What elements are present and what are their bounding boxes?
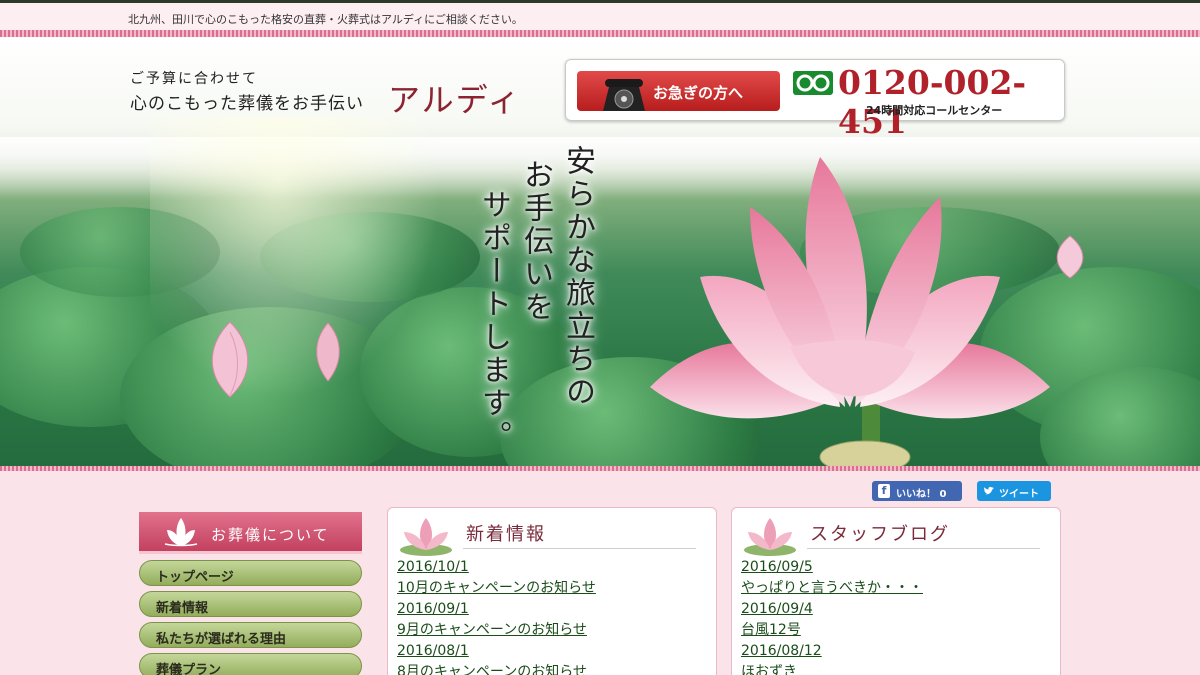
lotus-icon (164, 518, 198, 547)
header-hero: ご予算に合わせて 心のこもった葬儀をお手伝い アルディ お急ぎの方へ 0120-… (0, 37, 1200, 468)
sidebar-title-label: お葬儀について (211, 526, 330, 544)
hero-copy-line-3: サポートします。 (476, 189, 511, 453)
hero-copy-line-1: 安らかな旅立ちの (560, 145, 595, 409)
tweet-button[interactable]: ツイート (977, 481, 1051, 501)
urgent-label: お急ぎの方へ (653, 84, 744, 102)
hero-copy-line-2: お手伝いを (518, 159, 553, 324)
tagline-small: ご予算に合わせて (130, 71, 258, 87)
blog-link[interactable]: ほおずき (741, 662, 923, 675)
sidebar-item-label: 新着情報 (156, 601, 209, 616)
divider (463, 548, 696, 549)
like-label: いいね！ 0 (896, 489, 947, 500)
blog-date[interactable]: 2016/09/5 (741, 557, 923, 578)
blog-list: 2016/09/5 やっぱりと言うべきか・・・ 2016/09/4 台風12号 … (741, 557, 923, 675)
sidebar-item-label: トップページ (156, 570, 234, 585)
sidebar: お葬儀について トップページ 新着情報 私たちが選ばれる理由 葬儀プラン (139, 512, 362, 675)
tweet-label: ツイート (999, 489, 1039, 500)
brand-logo[interactable]: アルディ (388, 75, 521, 121)
news-title: 新着情報 (466, 524, 546, 545)
sidebar-item-label: 私たちが選ばれる理由 (156, 632, 287, 647)
news-link[interactable]: 9月のキャンペーンのお知らせ (397, 620, 596, 641)
facebook-like-button[interactable]: f いいね！ 0 (872, 481, 962, 501)
sidebar-item-top[interactable]: トップページ (139, 560, 362, 586)
telephone-icon (603, 79, 645, 111)
lotus-icon (744, 518, 796, 556)
facebook-icon: f (878, 484, 890, 498)
sidebar-nav: トップページ 新着情報 私たちが選ばれる理由 葬儀プラン (139, 560, 362, 675)
sidebar-item-label: 葬儀プラン (156, 663, 222, 675)
top-info-bar: 北九州、田川で心のこもった格安の直葬・火葬式はアルディにご相談ください。 (0, 0, 1200, 30)
twitter-icon (983, 486, 994, 495)
blog-panel: スタッフブログ 2016/09/5 やっぱりと言うべきか・・・ 2016/09/… (731, 507, 1061, 675)
lotus-bud (316, 322, 340, 382)
sidebar-item-plans[interactable]: 葬儀プラン (139, 653, 362, 675)
sidebar-title: お葬儀について (139, 512, 362, 554)
news-list: 2016/10/1 10月のキャンペーンのお知らせ 2016/09/1 9月のキ… (397, 557, 596, 675)
divider (807, 548, 1040, 549)
news-date[interactable]: 2016/10/1 (397, 557, 596, 578)
contact-box: お急ぎの方へ 0120-002-451 24時間対応コールセンター (565, 59, 1065, 141)
top-info-text: 北九州、田川で心のこもった格安の直葬・火葬式はアルディにご相談ください。 (128, 13, 523, 26)
news-date[interactable]: 2016/09/1 (397, 599, 596, 620)
top-border (0, 30, 1200, 37)
phone-note: 24時間対応コールセンター (866, 104, 1003, 117)
news-date[interactable]: 2016/08/1 (397, 641, 596, 662)
lotus-flower-image (650, 157, 1050, 468)
news-link[interactable]: 8月のキャンペーンのお知らせ (397, 662, 596, 675)
sidebar-item-news[interactable]: 新着情報 (139, 591, 362, 617)
blog-date[interactable]: 2016/09/4 (741, 599, 923, 620)
lotus-bud (211, 321, 249, 398)
news-panel: 新着情報 2016/10/1 10月のキャンペーンのお知らせ 2016/09/1… (387, 507, 717, 675)
blog-title: スタッフブログ (810, 524, 950, 545)
blog-link[interactable]: やっぱりと言うべきか・・・ (741, 578, 923, 599)
blog-date[interactable]: 2016/08/12 (741, 641, 923, 662)
freedial-icon (793, 71, 833, 95)
lotus-icon (400, 518, 452, 556)
sidebar-item-reasons[interactable]: 私たちが選ばれる理由 (139, 622, 362, 648)
urgent-button[interactable]: お急ぎの方へ (577, 71, 780, 111)
tagline-main: 心のこもった葬儀をお手伝い (130, 94, 364, 114)
blog-link[interactable]: 台風12号 (741, 620, 923, 641)
news-link[interactable]: 10月のキャンペーンのお知らせ (397, 578, 596, 599)
hero-bottom-border (0, 466, 1200, 471)
